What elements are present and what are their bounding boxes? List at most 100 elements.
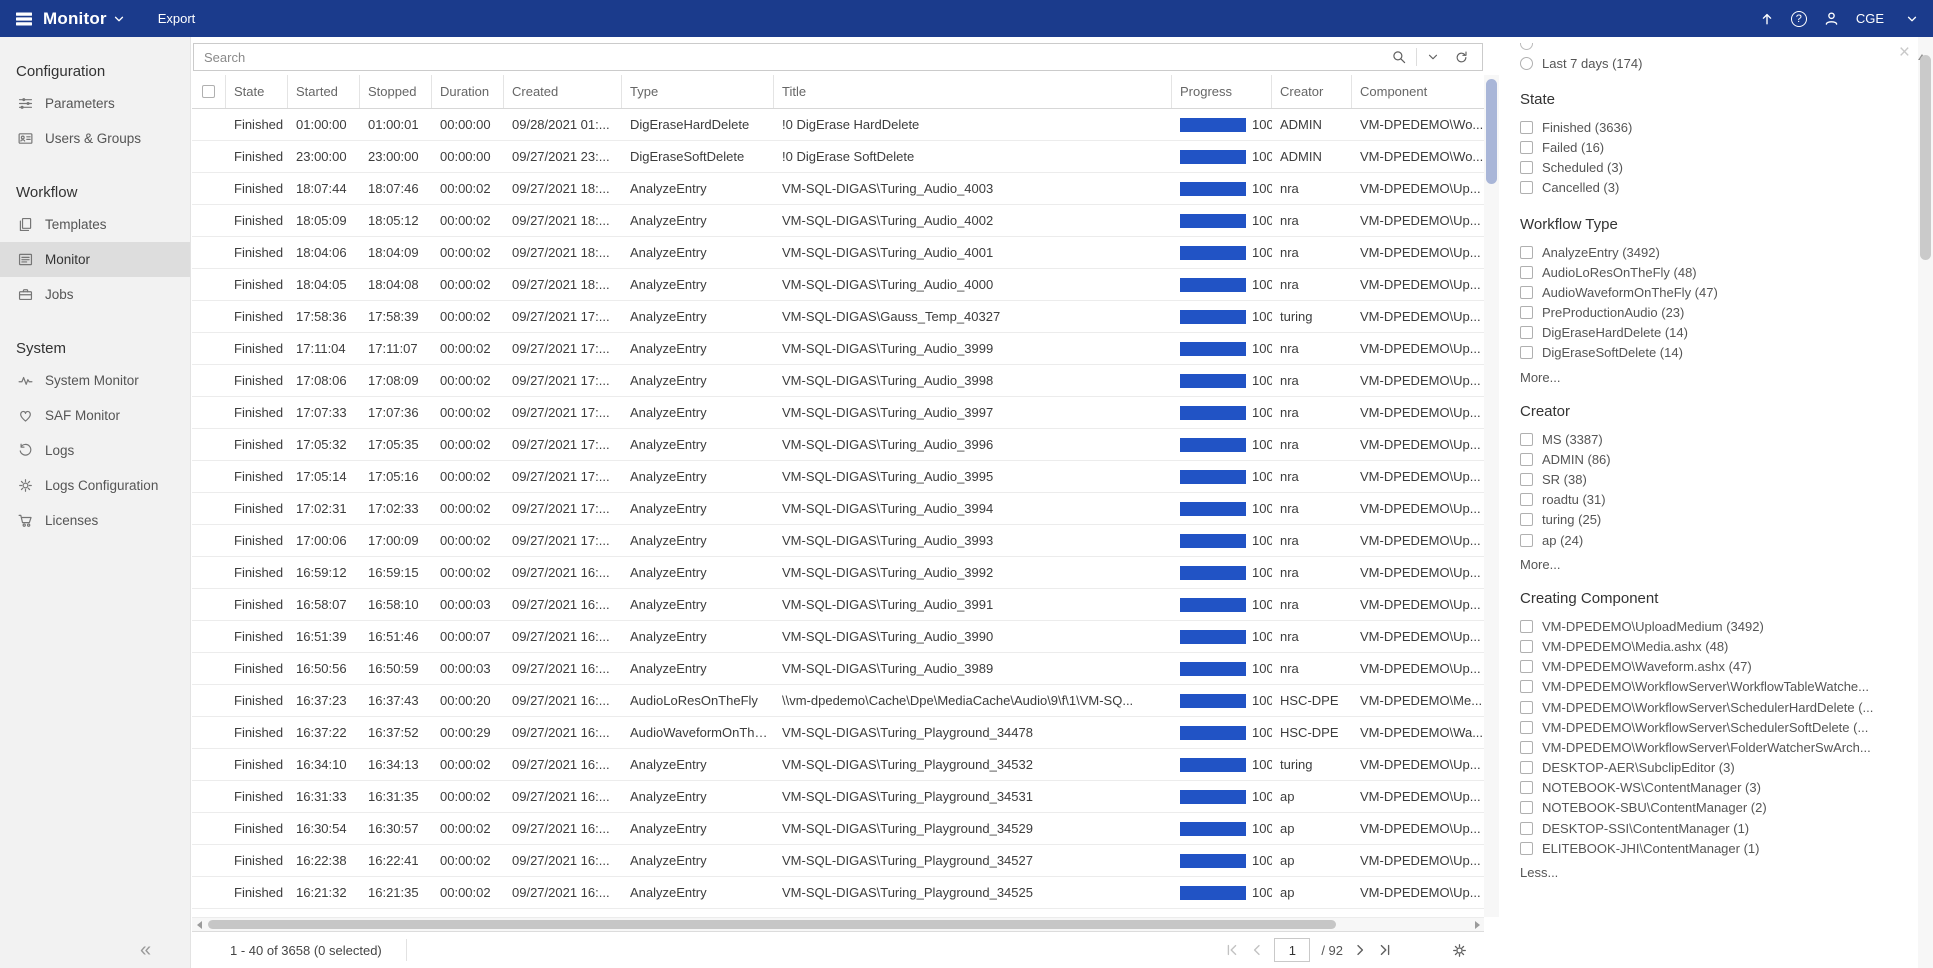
filter-option[interactable]: DESKTOP-AER\SubclipEditor (3) xyxy=(1520,758,1892,778)
sidebar-item-jobs[interactable]: Jobs xyxy=(0,277,190,312)
filter-option[interactable]: Failed (16) xyxy=(1520,137,1892,157)
table-row[interactable]: Finished17:11:0417:11:0700:00:0209/27/20… xyxy=(192,333,1484,365)
filter-option[interactable]: PreProductionAudio (23) xyxy=(1520,303,1892,323)
row-checkbox-cell[interactable] xyxy=(192,525,226,556)
filter-option[interactable]: ap (24) xyxy=(1520,530,1892,550)
column-header-creator[interactable]: Creator xyxy=(1272,75,1352,108)
scroll-right-icon[interactable] xyxy=(1470,918,1484,931)
column-header-title[interactable]: Title xyxy=(774,75,1172,108)
app-menu-chevron-down-icon[interactable] xyxy=(112,12,126,26)
filter-option[interactable]: DigEraseHardDelete (14) xyxy=(1520,323,1892,343)
row-checkbox-cell[interactable] xyxy=(192,397,226,428)
column-header-progress[interactable]: Progress xyxy=(1172,75,1272,108)
filter-option[interactable]: DigEraseSoftDelete (14) xyxy=(1520,343,1892,363)
help-icon[interactable]: ? xyxy=(1791,11,1807,27)
filter-option[interactable]: VM-DPEDEMO\WorkflowServer\SchedulerHardD… xyxy=(1520,697,1892,717)
table-row[interactable]: Finished23:00:0023:00:0000:00:0009/27/20… xyxy=(192,141,1484,173)
filter-option[interactable]: SR (38) xyxy=(1520,469,1892,489)
grid-settings-gear-icon[interactable] xyxy=(1451,942,1468,959)
column-header-type[interactable]: Type xyxy=(622,75,774,108)
upload-icon[interactable] xyxy=(1759,11,1775,27)
sidebar-item-system-monitor[interactable]: System Monitor xyxy=(0,363,190,398)
table-row[interactable]: Finished18:05:0918:05:1200:00:0209/27/20… xyxy=(192,205,1484,237)
row-checkbox-cell[interactable] xyxy=(192,141,226,172)
search-options-chevron-icon[interactable] xyxy=(1419,50,1447,64)
table-row[interactable]: Finished16:21:3216:21:3500:00:0209/27/20… xyxy=(192,877,1484,909)
table-row[interactable]: Finished17:00:0617:00:0900:00:0209/27/20… xyxy=(192,525,1484,557)
page-number-input[interactable] xyxy=(1274,938,1310,962)
table-row[interactable]: Finished16:31:3316:31:3500:00:0209/27/20… xyxy=(192,781,1484,813)
filter-option[interactable]: VM-DPEDEMO\WorkflowServer\FolderWatcherS… xyxy=(1520,737,1892,757)
date-filter-option[interactable]: Last 7 days (174) xyxy=(1520,53,1892,73)
refresh-icon[interactable] xyxy=(1447,50,1476,65)
row-checkbox-cell[interactable] xyxy=(192,685,226,716)
filter-option[interactable]: MS (3387) xyxy=(1520,429,1892,449)
row-checkbox-cell[interactable] xyxy=(192,333,226,364)
row-checkbox-cell[interactable] xyxy=(192,493,226,524)
user-icon[interactable] xyxy=(1823,10,1840,27)
filter-option[interactable]: turing (25) xyxy=(1520,510,1892,530)
table-row[interactable]: Finished18:04:0618:04:0900:00:0209/27/20… xyxy=(192,237,1484,269)
table-row[interactable]: Finished16:58:0716:58:1000:00:0309/27/20… xyxy=(192,589,1484,621)
table-row[interactable]: Finished16:37:2216:37:5200:00:2909/27/20… xyxy=(192,717,1484,749)
table-row[interactable]: Finished16:37:2316:37:4300:00:2009/27/20… xyxy=(192,685,1484,717)
filter-option[interactable]: AnalyzeEntry (3492) xyxy=(1520,242,1892,262)
select-all-checkbox[interactable] xyxy=(202,85,215,98)
row-checkbox-cell[interactable] xyxy=(192,621,226,652)
sidebar-item-monitor[interactable]: Monitor xyxy=(0,242,190,277)
row-checkbox-cell[interactable] xyxy=(192,653,226,684)
filter-panel-scrollbar-thumb[interactable] xyxy=(1920,55,1931,260)
filter-option[interactable]: AudioWaveformOnTheFly (47) xyxy=(1520,282,1892,302)
filter-option[interactable]: VM-DPEDEMO\WorkflowServer\WorkflowTableW… xyxy=(1520,677,1892,697)
filter-more-link[interactable]: More... xyxy=(1520,557,1892,572)
scroll-left-icon[interactable] xyxy=(192,918,206,931)
table-row[interactable]: Finished17:08:0617:08:0900:00:0209/27/20… xyxy=(192,365,1484,397)
table-row[interactable]: Finished01:00:0001:00:0100:00:0009/28/20… xyxy=(192,109,1484,141)
sidebar-item-logs-configuration[interactable]: Logs Configuration xyxy=(0,468,190,503)
table-row[interactable]: Finished16:50:5616:50:5900:00:0309/27/20… xyxy=(192,653,1484,685)
table-row[interactable]: Finished16:34:1016:34:1300:00:0209/27/20… xyxy=(192,749,1484,781)
search-icon[interactable] xyxy=(1384,49,1414,65)
vertical-scrollbar[interactable] xyxy=(1484,75,1499,917)
search-input[interactable] xyxy=(204,50,1384,65)
row-checkbox-cell[interactable] xyxy=(192,301,226,332)
row-checkbox-cell[interactable] xyxy=(192,109,226,140)
row-checkbox-cell[interactable] xyxy=(192,269,226,300)
filter-option[interactable]: VM-DPEDEMO\Media.ashx (48) xyxy=(1520,636,1892,656)
filter-option[interactable]: roadtu (31) xyxy=(1520,490,1892,510)
table-row[interactable]: Finished17:05:3217:05:3500:00:0209/27/20… xyxy=(192,429,1484,461)
previous-page-button[interactable] xyxy=(1249,942,1265,958)
app-title[interactable]: Monitor xyxy=(43,9,107,29)
table-row[interactable]: Finished18:07:4418:07:4600:00:0209/27/20… xyxy=(192,173,1484,205)
first-page-button[interactable] xyxy=(1224,942,1240,958)
filter-panel-scrollbar[interactable] xyxy=(1918,37,1933,968)
user-chevron-down-icon[interactable] xyxy=(1905,12,1919,26)
filter-option[interactable]: NOTEBOOK-SBU\ContentManager (2) xyxy=(1520,798,1892,818)
table-row[interactable]: Finished17:58:3617:58:3900:00:0209/27/20… xyxy=(192,301,1484,333)
filter-less-link[interactable]: Less... xyxy=(1520,865,1892,880)
column-header-started[interactable]: Started xyxy=(288,75,360,108)
filter-option[interactable]: ADMIN (86) xyxy=(1520,449,1892,469)
filter-option[interactable]: NOTEBOOK-WS\ContentManager (3) xyxy=(1520,778,1892,798)
menu-export[interactable]: Export xyxy=(158,11,196,26)
sidebar-item-saf-monitor[interactable]: SAF Monitor xyxy=(0,398,190,433)
next-page-button[interactable] xyxy=(1352,942,1368,958)
filter-option[interactable]: Finished (3636) xyxy=(1520,117,1892,137)
column-header-created[interactable]: Created xyxy=(504,75,622,108)
row-checkbox-cell[interactable] xyxy=(192,205,226,236)
table-row[interactable]: Finished16:22:3816:22:4100:00:0209/27/20… xyxy=(192,845,1484,877)
table-row[interactable]: Finished17:02:3117:02:3300:00:0209/27/20… xyxy=(192,493,1484,525)
sidebar-item-parameters[interactable]: Parameters xyxy=(0,86,190,121)
column-header-duration[interactable]: Duration xyxy=(432,75,504,108)
sidebar-item-templates[interactable]: Templates xyxy=(0,207,190,242)
row-checkbox-cell[interactable] xyxy=(192,461,226,492)
sidebar-item-users-groups[interactable]: Users & Groups xyxy=(0,121,190,156)
close-filter-panel-icon[interactable]: × xyxy=(1899,43,1910,62)
sidebar-item-licenses[interactable]: Licenses xyxy=(0,503,190,538)
row-checkbox-cell[interactable] xyxy=(192,429,226,460)
column-header-component[interactable]: Component xyxy=(1352,75,1484,108)
filter-option[interactable]: AudioLoResOnTheFly (48) xyxy=(1520,262,1892,282)
row-checkbox-cell[interactable] xyxy=(192,813,226,844)
filter-option[interactable]: Cancelled (3) xyxy=(1520,178,1892,198)
row-checkbox-cell[interactable] xyxy=(192,781,226,812)
